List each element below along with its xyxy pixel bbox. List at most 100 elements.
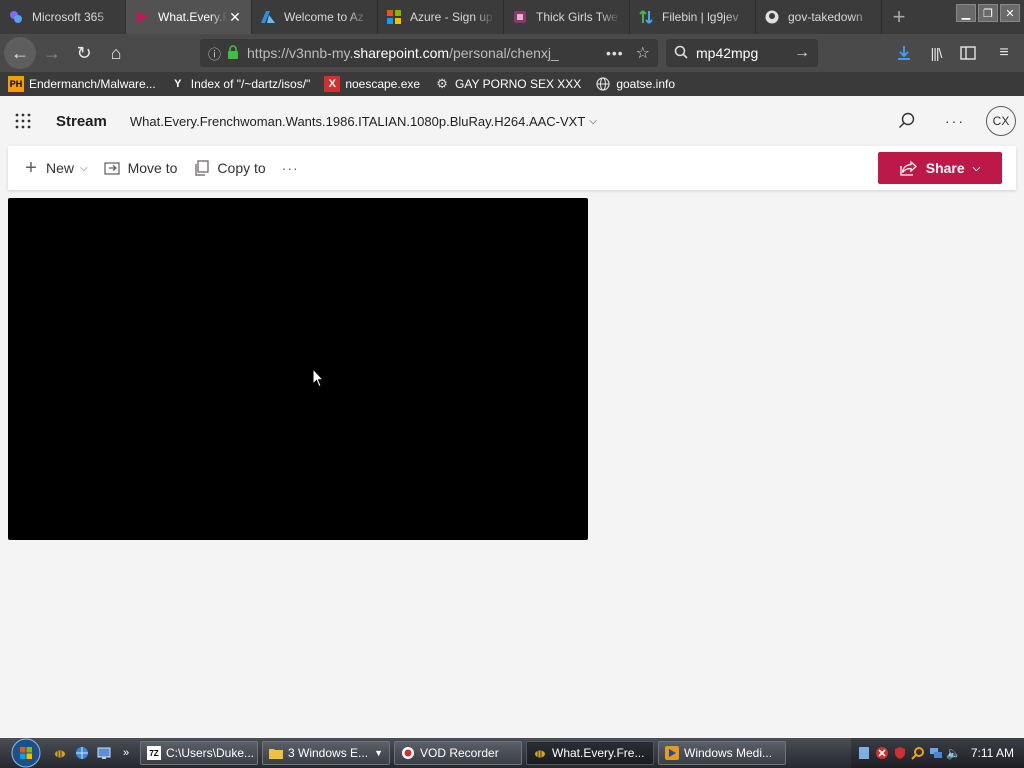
waffle-icon	[15, 113, 31, 129]
bookmark-item[interactable]: goatse.info	[595, 76, 675, 92]
search-icon	[899, 112, 915, 128]
tab-label: gov-takedown	[788, 10, 863, 24]
volume-icon[interactable]: 🔈	[946, 746, 961, 760]
move-to-button[interactable]: Move to	[104, 159, 177, 177]
chevron-more-icon[interactable]: »	[118, 745, 134, 761]
taskbar-item-label: VOD Recorder	[420, 746, 499, 760]
taskbar-item[interactable]: 3 Windows E... ▼	[262, 741, 390, 765]
tab-label: Microsoft 365	[32, 10, 105, 24]
sidebar-icon	[960, 46, 976, 60]
bookmarks-bar: PH Endermanch/Malware... Y Index of "/~d…	[0, 72, 1024, 96]
copy-to-button[interactable]: Copy to	[193, 159, 266, 177]
bookmark-label: noescape.exe	[345, 77, 421, 91]
bookmark-item[interactable]: X noescape.exe	[324, 76, 420, 92]
reload-icon: ↻	[76, 42, 92, 63]
avatar[interactable]: CX	[986, 106, 1016, 136]
tab-site[interactable]: Thick Girls Twe	[504, 0, 630, 34]
more-dots-icon: ···	[945, 113, 965, 129]
search-button[interactable]	[890, 104, 924, 138]
bookmark-star-icon[interactable]: ☆	[636, 43, 650, 63]
microsoft-icon	[386, 9, 402, 25]
network-status-icon[interactable]	[929, 746, 943, 760]
home-button[interactable]: ⌂	[100, 37, 132, 69]
taskbar-item[interactable]: What.Every.Fre...	[526, 741, 654, 765]
network-icon[interactable]	[74, 745, 90, 761]
back-button[interactable]: ←	[4, 37, 36, 69]
new-button[interactable]: + New ⌵	[22, 157, 87, 179]
start-button[interactable]	[0, 738, 52, 768]
file-title-dropdown[interactable]: What.Every.Frenchwoman.Wants.1986.ITALIA…	[130, 114, 597, 129]
bookmark-label: GAY PORNO SEX XXX	[455, 77, 582, 91]
command-bar: + New ⌵ Move to Copy to ··· Share ⌵	[8, 146, 1016, 190]
copy-icon	[193, 159, 211, 177]
app-launcher-button[interactable]	[0, 96, 46, 146]
restore-button[interactable]: ❐	[978, 4, 998, 22]
search-go-icon[interactable]: →	[794, 44, 810, 62]
browser-tab-strip: Microsoft 365 What.Every.F ✕ Welcome to …	[0, 0, 1024, 34]
filebin-icon	[638, 9, 654, 25]
file-title: What.Every.Frenchwoman.Wants.1986.ITALIA…	[129, 113, 586, 129]
new-tab-button[interactable]: +	[882, 0, 916, 34]
forward-button[interactable]: →	[36, 37, 68, 69]
github-icon	[764, 9, 780, 25]
url-text[interactable]: https://v3nnb-my.sharepoint.com/personal…	[247, 45, 596, 61]
download-icon	[898, 46, 910, 60]
tab-filebin[interactable]: Filebin | lg9jev	[630, 0, 756, 34]
desktop-icon[interactable]	[96, 745, 112, 761]
lock-icon[interactable]	[227, 44, 239, 62]
library-button[interactable]: |||\	[920, 37, 952, 69]
taskbar-item[interactable]: Windows Medi...	[658, 741, 786, 765]
video-player[interactable]	[8, 198, 588, 540]
tab-microsoft-365[interactable]: Microsoft 365	[0, 0, 126, 34]
info-icon[interactable]: ⓘ	[208, 44, 221, 63]
azure-icon	[260, 9, 276, 25]
search-query[interactable]: mp42mpg	[696, 45, 794, 61]
taskbar-item-label: Windows Medi...	[684, 746, 773, 760]
bookmark-item[interactable]: PH Endermanch/Malware...	[8, 76, 156, 92]
browser-nav-bar: ← → ↻ ⌂ ⓘ https://v3nnb-my.sharepoint.co…	[0, 34, 1024, 72]
move-icon	[104, 159, 122, 177]
copy-to-label: Copy to	[217, 160, 266, 176]
security-x-icon[interactable]	[875, 746, 889, 760]
share-button[interactable]: Share ⌵	[878, 152, 1002, 184]
tab-azure-signup[interactable]: Azure - Sign up	[378, 0, 504, 34]
magnifier-icon[interactable]	[911, 746, 925, 760]
app-name[interactable]: Stream	[56, 113, 107, 130]
tray-app-icon[interactable]	[857, 746, 871, 760]
address-bar[interactable]: ⓘ https://v3nnb-my.sharepoint.com/person…	[200, 39, 658, 67]
arrow-right-icon: →	[43, 42, 61, 63]
tab-label: Thick Girls Twe	[536, 10, 618, 24]
close-window-button[interactable]: ✕	[1000, 4, 1020, 22]
tab-github[interactable]: gov-takedown	[756, 0, 882, 34]
bookmark-label: Endermanch/Malware...	[29, 77, 156, 91]
more-dots-icon: ···	[281, 160, 299, 176]
clock[interactable]: 7:11 AM	[971, 746, 1014, 760]
system-tray: 🔈 7:11 AM	[850, 738, 1024, 768]
minimize-button[interactable]: ▁	[956, 4, 976, 22]
site-icon	[512, 9, 528, 25]
more-options-button[interactable]: ···	[938, 104, 972, 138]
downloads-button[interactable]	[888, 37, 920, 69]
reload-button[interactable]: ↻	[68, 37, 100, 69]
ph-icon: PH	[8, 76, 24, 92]
bee-icon[interactable]	[52, 745, 68, 761]
search-bar[interactable]: mp42mpg →	[666, 39, 818, 67]
shield-icon[interactable]	[893, 746, 907, 760]
chevron-down-icon: ⌵	[972, 162, 981, 174]
globe-icon	[595, 76, 611, 92]
more-dots-icon[interactable]: •••	[606, 45, 624, 61]
tab-welcome-azure[interactable]: Welcome to Az	[252, 0, 378, 34]
gear-icon: ⚙	[436, 76, 448, 91]
taskbar-item[interactable]: 7Z C:\Users\Duke...	[140, 741, 258, 765]
bookmark-item[interactable]: Y Index of "/~dartz/isos/"	[170, 76, 310, 92]
new-label: New	[46, 160, 75, 176]
sidebar-button[interactable]	[952, 37, 984, 69]
close-icon[interactable]: ✕	[227, 9, 243, 25]
toolbar-right: |||\ ≡	[888, 37, 1020, 69]
taskbar-item[interactable]: VOD Recorder	[394, 741, 522, 765]
menu-button[interactable]: ≡	[988, 37, 1020, 69]
caret-down-icon: ▼	[374, 748, 383, 758]
bookmark-item[interactable]: ⚙ GAY PORNO SEX XXX	[434, 76, 581, 92]
tab-stream-video[interactable]: What.Every.F ✕	[126, 0, 252, 34]
more-commands-button[interactable]: ···	[282, 160, 299, 176]
